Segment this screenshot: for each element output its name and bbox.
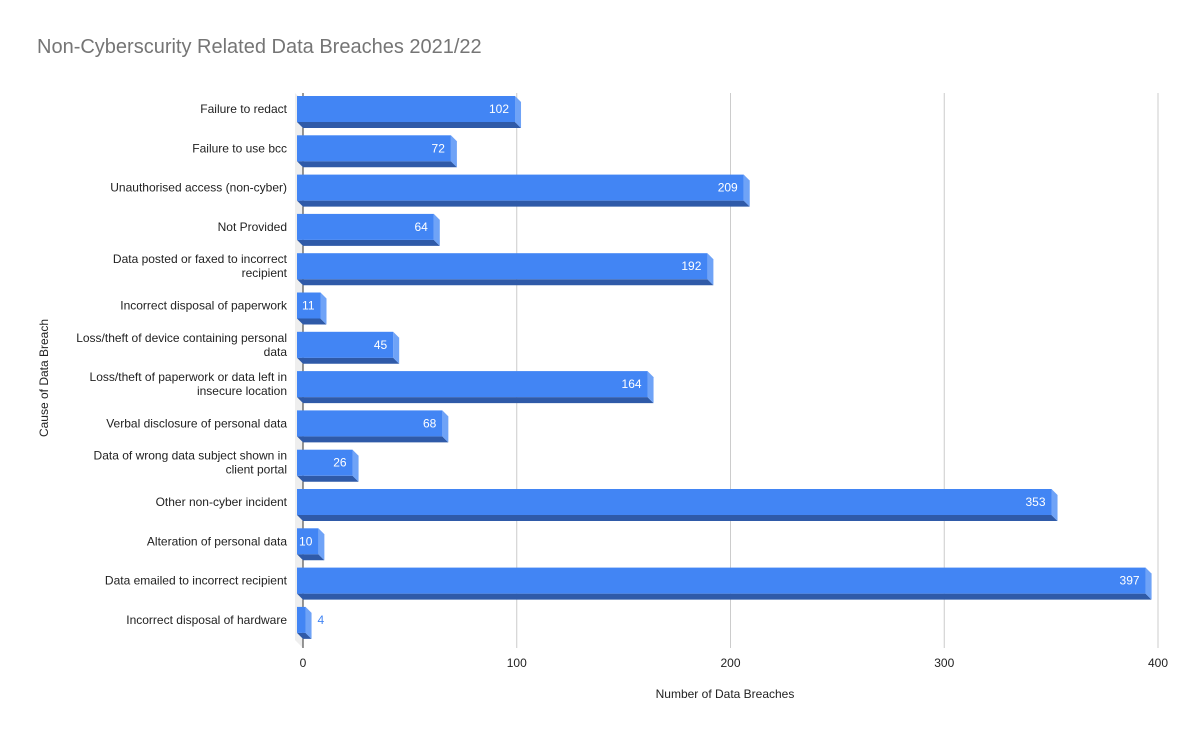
bar: [297, 174, 744, 201]
x-tick-label: 0: [300, 656, 307, 670]
bar-value-label: 26: [333, 456, 347, 470]
bar: [297, 410, 443, 437]
bar: [297, 489, 1052, 515]
bar-group: 11: [297, 292, 327, 325]
bar-value-label: 45: [374, 338, 388, 352]
bar-value-label: 68: [423, 416, 437, 430]
bars: 102 72 209 64 192 11 45 164 68 26 353 10 397 4: [297, 96, 1152, 639]
bar-chart: 102 72 209 64 192 11 45 164 68 26 353 10 397 4 Failur…: [37, 93, 1169, 701]
bar-group: 164: [297, 371, 654, 404]
bar-group: 64: [297, 213, 440, 246]
bar-value-label: 397: [1120, 574, 1140, 588]
category-label: Data posted or faxed to incorrect recipie…: [113, 252, 288, 280]
category-label: Other non-cyber incident: [156, 495, 288, 509]
bar-value-label: 164: [622, 377, 642, 391]
category-label: Data emailed to incorrect recipient: [105, 574, 288, 588]
x-tick-label: 200: [720, 656, 740, 670]
category-label: Failure to use bcc: [192, 141, 287, 155]
bar-bottom-face: [297, 279, 714, 286]
category-label: Alteration of personal data: [147, 534, 287, 548]
bar-value-label: 11: [302, 299, 315, 313]
bar: [297, 96, 516, 122]
x-tick-label: 300: [934, 656, 954, 670]
bar: [297, 213, 434, 240]
bar-value-label: 209: [718, 181, 738, 195]
bar-bottom-face: [297, 593, 1152, 600]
bar-value-label: 353: [1026, 495, 1046, 509]
bar-bottom-face: [297, 515, 1058, 521]
bar: [297, 253, 708, 280]
bar-group: 26: [297, 449, 359, 482]
x-tick-labels: 0 100 200 300 400: [300, 656, 1169, 670]
category-label: Loss/theft of paperwork or data left in i…: [90, 370, 287, 398]
bar: [297, 371, 648, 398]
bar-group: 209: [297, 174, 750, 207]
category-label: Failure to redact: [200, 102, 287, 116]
bar-group: 68: [297, 410, 449, 443]
bar-value-label: 72: [432, 141, 446, 155]
category-labels: Failure to redact Failure to use bcc Unaut…: [76, 102, 288, 627]
bar-value-label: 10: [299, 534, 313, 548]
bar-bottom-face: [297, 239, 440, 246]
category-label: Verbal disclosure of personal data: [106, 416, 287, 430]
bar-bottom-face: [297, 397, 654, 404]
bar-group: 353: [297, 489, 1058, 521]
bar-value-label: 4: [318, 613, 325, 627]
bar-group: 45: [297, 331, 400, 364]
bar: [297, 567, 1146, 594]
category-label: Data of wrong data subject shown in clien…: [94, 449, 287, 477]
bar-group: 192: [297, 253, 714, 286]
category-label: Not Provided: [218, 220, 287, 234]
category-label: Incorrect disposal of paperwork: [120, 299, 288, 313]
bar-group: 397: [297, 567, 1152, 600]
bar-bottom-face: [297, 357, 400, 364]
bar-bottom-face: [297, 436, 449, 443]
bar-value-label: 64: [414, 220, 428, 234]
bar-group: 72: [297, 135, 457, 168]
bar-bottom-face: [297, 200, 750, 207]
bar: [297, 135, 451, 162]
category-label: Incorrect disposal of hardware: [126, 613, 287, 627]
x-tick-label: 100: [507, 656, 527, 670]
x-axis-label: Number of Data Breaches: [656, 687, 795, 701]
category-label: Unauthorised access (non-cyber): [110, 181, 287, 195]
bar-value-label: 192: [681, 259, 701, 273]
category-label: Loss/theft of device containing personal…: [76, 331, 287, 359]
bar-group: 102: [297, 96, 522, 128]
bar-bottom-face: [297, 475, 359, 482]
bar-group: 10: [297, 528, 325, 561]
bar-bottom-face: [297, 161, 457, 168]
bar-bottom-face: [297, 122, 522, 128]
y-axis-label: Cause of Data Breach: [37, 319, 51, 437]
x-tick-label: 400: [1148, 656, 1168, 670]
bar: [297, 606, 306, 633]
bar-group: 4: [297, 606, 325, 639]
bar-value-label: 102: [489, 102, 509, 116]
